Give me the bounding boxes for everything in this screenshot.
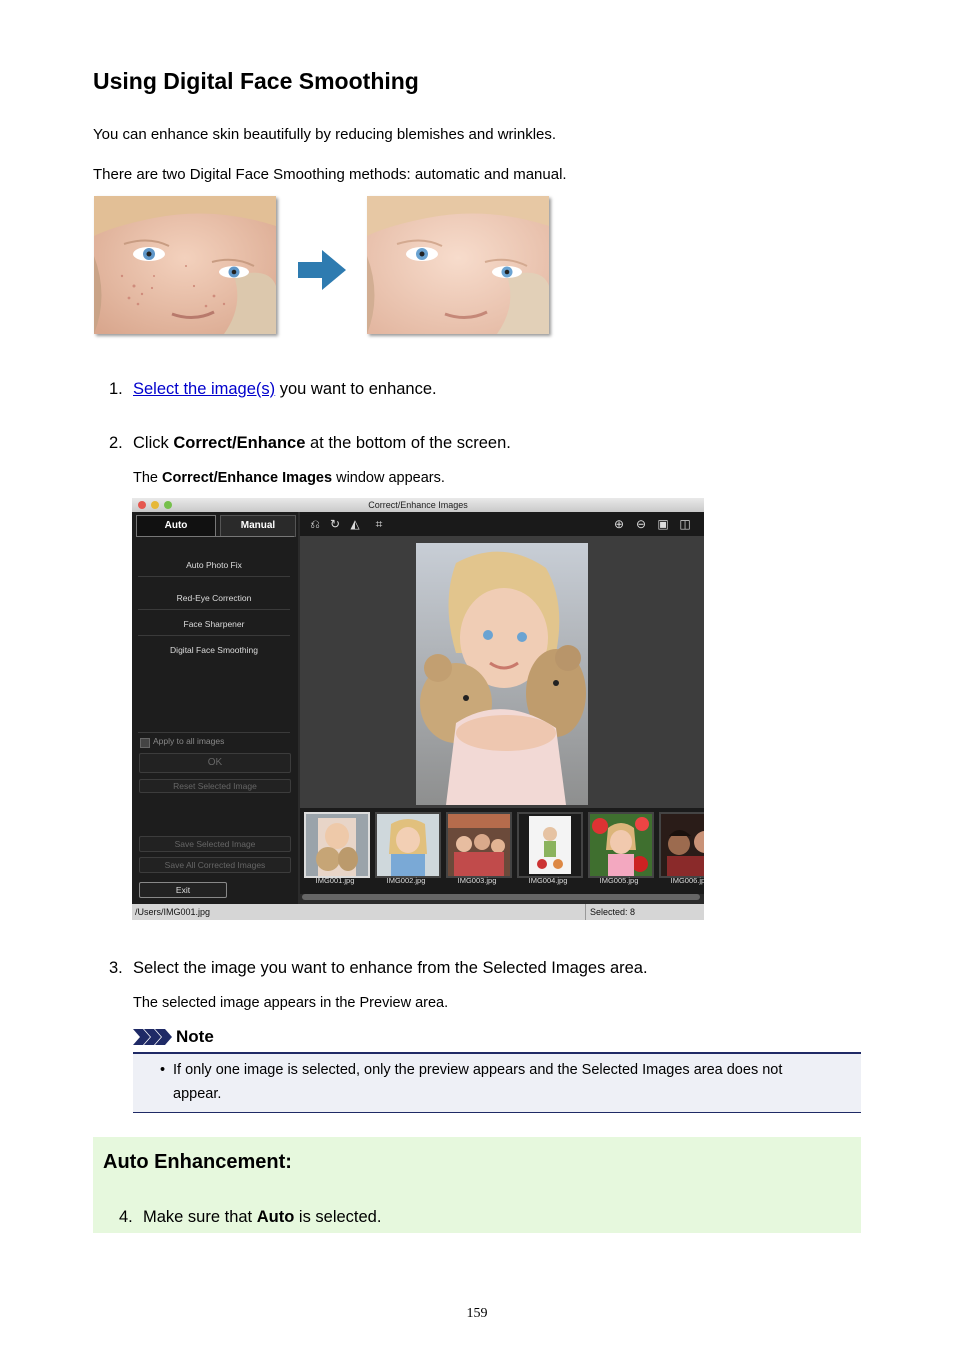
thumbnail-img001[interactable] [304, 812, 370, 878]
note-text: If only one image is selected, only the … [173, 1062, 783, 1078]
apply-all-label: Apply to all images [153, 736, 225, 746]
page-title: Using Digital Face Smoothing [93, 68, 419, 94]
sub-bold-text: Correct/Enhance Images [162, 470, 333, 486]
arrow-right-icon [298, 250, 346, 295]
step-number: 1. [109, 380, 123, 398]
selected-images-area: IMG001.jpg IMG002.jpg IMG003.jpg IMG004.… [300, 808, 704, 894]
step-2-subtext: The Correct/Enhance Images window appear… [133, 470, 445, 486]
intro-paragraph: You can enhance skin beautifully by redu… [93, 126, 557, 143]
preview-area [300, 536, 704, 808]
auto-photo-fix-item[interactable]: Auto Photo Fix [138, 554, 290, 577]
window-statusbar: /Users/IMG001.jpg Selected: 8 [132, 904, 704, 920]
note-title: Note [176, 1027, 214, 1046]
step-text: is selected. [294, 1208, 382, 1226]
step-bold-text: Correct/Enhance [173, 434, 306, 452]
window-titlebar: Correct/Enhance Images [132, 498, 704, 512]
preview-toolbar: ⎌ ↻ ◭ ⌗ ⊕ ⊖ ▣ ◫ [300, 512, 704, 536]
rotate-left-icon[interactable]: ⎌ [308, 517, 322, 531]
note-header: Note [133, 1025, 861, 1054]
save-selected-image-button[interactable]: Save Selected Image [139, 836, 291, 852]
rotate-right-icon[interactable]: ↻ [328, 517, 342, 531]
compare-view-icon[interactable]: ◫ [678, 517, 692, 531]
select-images-link[interactable]: Select the image(s) [133, 380, 275, 398]
minimize-window-button[interactable] [151, 501, 159, 509]
thumbnail-scrollbar[interactable] [302, 894, 700, 900]
step-text: Click [133, 434, 174, 452]
sub-text: window appears. [332, 470, 445, 486]
ok-button[interactable]: OK [139, 753, 291, 773]
before-photo [94, 196, 276, 334]
tab-auto[interactable]: Auto [136, 515, 216, 536]
statusbar-divider [585, 904, 586, 920]
correct-enhance-window: Correct/Enhance Images Auto Manual Auto … [132, 498, 704, 920]
step-number: 4. [119, 1208, 133, 1226]
zoom-out-icon[interactable]: ⊖ [634, 517, 648, 531]
thumbnail-label: IMG005.jpg [599, 876, 639, 885]
close-window-button[interactable] [138, 501, 146, 509]
step-text: Select the image you want to enhance fro… [133, 959, 648, 977]
save-all-corrected-images-button[interactable]: Save All Corrected Images [139, 857, 291, 873]
zoom-in-icon[interactable]: ⊕ [612, 517, 626, 531]
thumbnail-img005[interactable] [588, 812, 654, 878]
flip-icon[interactable]: ◭ [348, 517, 362, 531]
left-panel: Auto Manual Auto Photo Fix Red-Eye Corre… [132, 512, 298, 904]
red-eye-correction-item[interactable]: Red-Eye Correction [138, 587, 290, 610]
step-text: at the bottom of the screen. [305, 434, 511, 452]
thumbnail-label: IMG004.jpg [528, 876, 568, 885]
face-sharpener-item[interactable]: Face Sharpener [138, 613, 290, 636]
window-title: Correct/Enhance Images [368, 500, 468, 510]
auto-enhancement-section: Auto Enhancement: 4. Make sure that Auto… [93, 1137, 861, 1233]
step-text: Make sure that [143, 1208, 257, 1226]
page-number: 159 [466, 1306, 488, 1321]
step-3-subtext: The selected image appears in the Previe… [133, 995, 449, 1011]
thumbnail-img003[interactable] [446, 812, 512, 878]
digital-face-smoothing-item[interactable]: Digital Face Smoothing [138, 639, 290, 661]
whole-image-view-icon[interactable]: ▣ [656, 517, 670, 531]
methods-paragraph: There are two Digital Face Smoothing met… [93, 166, 567, 183]
step-number: 3. [109, 959, 123, 977]
zoom-window-button[interactable] [164, 501, 172, 509]
crop-icon[interactable]: ⌗ [372, 517, 386, 531]
thumbnail-img004[interactable] [517, 812, 583, 878]
preview-photo [416, 543, 588, 805]
apply-all-checkbox[interactable] [140, 738, 150, 748]
note-body: • If only one image is selected, only th… [133, 1054, 861, 1113]
thumbnail-label: IMG006.jpg [670, 876, 704, 885]
note-text-continued: appear. [173, 1086, 222, 1102]
note-chevrons-icon [133, 1029, 172, 1045]
step-bold-text: Auto [256, 1208, 295, 1226]
tab-divider [136, 536, 294, 537]
selected-count: Selected: 8 [590, 907, 636, 917]
thumbnail-label: IMG001.jpg [315, 876, 355, 885]
exit-button[interactable]: Exit [139, 882, 227, 898]
step-number: 2. [109, 434, 123, 452]
file-path: /Users/IMG001.jpg [135, 907, 211, 917]
thumbnail-label: IMG002.jpg [386, 876, 426, 885]
sub-text: The [133, 470, 163, 486]
thumbnail-img002[interactable] [375, 812, 441, 878]
reset-selected-image-button[interactable]: Reset Selected Image [139, 779, 291, 793]
after-photo [367, 196, 549, 334]
step-text: you want to enhance. [275, 380, 437, 398]
section-heading: Auto Enhancement: [103, 1151, 292, 1173]
bullet-icon: • [160, 1062, 166, 1078]
thumbnail-label: IMG003.jpg [457, 876, 497, 885]
tab-manual[interactable]: Manual [220, 515, 296, 537]
divider [138, 732, 290, 733]
thumbnail-img006[interactable] [659, 812, 704, 878]
